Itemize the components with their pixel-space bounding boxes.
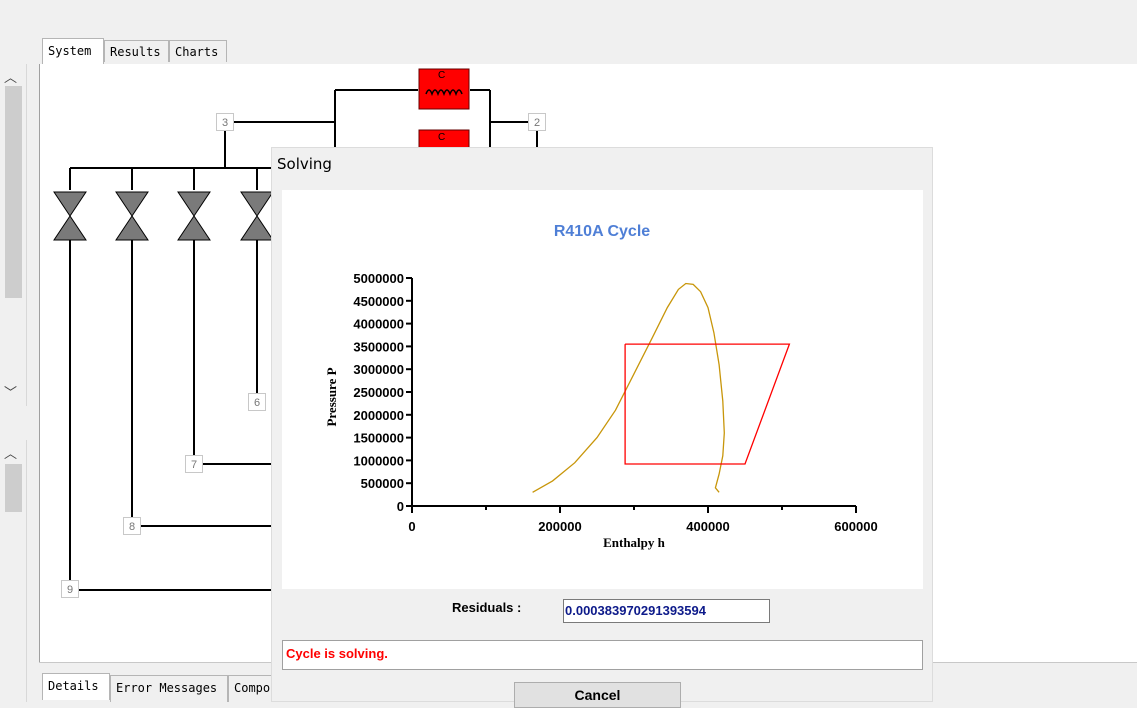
x-tick-label: 400000 bbox=[686, 519, 729, 534]
compressor-label: C bbox=[438, 132, 446, 143]
y-tick-label: 4000000 bbox=[353, 317, 404, 332]
r410a-cycle-chart: R410A Cycle05000001000000150000020000002… bbox=[324, 223, 878, 550]
tab-system[interactable]: System bbox=[42, 38, 104, 64]
bottom-tabbar: Details Error Messages Compo bbox=[39, 673, 279, 702]
node-7[interactable]: 7 bbox=[185, 455, 203, 473]
y-tick-label: 0 bbox=[397, 499, 404, 514]
residuals-label: Residuals : bbox=[452, 600, 522, 615]
scroll-up-icon[interactable]: ︿ bbox=[4, 443, 17, 462]
y-tick-label: 3500000 bbox=[353, 339, 404, 354]
node-8[interactable]: 8 bbox=[123, 517, 141, 535]
y-tick-label: 4500000 bbox=[353, 294, 404, 309]
main-tabbar: System Results Charts bbox=[39, 38, 1137, 65]
scroll-thumb[interactable] bbox=[5, 86, 22, 298]
node-2[interactable]: 2 bbox=[528, 113, 546, 131]
dialog-title: Solving bbox=[277, 155, 332, 173]
left-panel-scrollbar-top[interactable]: ︿ ﹀ bbox=[0, 64, 27, 406]
residuals-field[interactable]: 0.000383970291393594 bbox=[563, 599, 770, 623]
x-tick-label: 0 bbox=[408, 519, 415, 534]
scroll-down-icon[interactable]: ﹀ bbox=[4, 382, 17, 401]
tab-details[interactable]: Details bbox=[42, 673, 110, 700]
y-tick-label: 3000000 bbox=[353, 362, 404, 377]
x-tick-label: 200000 bbox=[538, 519, 581, 534]
node-3[interactable]: 3 bbox=[216, 113, 234, 131]
chart-area: R410A Cycle 0 500000 1000000 1500000 2000000 2… bbox=[282, 190, 923, 589]
y-axis-label: Pressure P bbox=[324, 367, 339, 426]
tab-results[interactable]: Results bbox=[104, 40, 169, 62]
saturation-dome-line bbox=[532, 282, 725, 493]
y-tick-label: 1500000 bbox=[353, 431, 404, 446]
status-message: Cycle is solving. bbox=[286, 646, 388, 661]
node-6[interactable]: 6 bbox=[248, 393, 266, 411]
compressor-label: C bbox=[438, 70, 446, 81]
y-tick-label: 2000000 bbox=[353, 408, 404, 423]
tab-error-messages[interactable]: Error Messages bbox=[110, 675, 228, 702]
node-9[interactable]: 9 bbox=[61, 580, 79, 598]
chart-title: R410A Cycle bbox=[554, 223, 650, 240]
y-tick-label: 2500000 bbox=[353, 385, 404, 400]
left-panel-scrollbar-bottom[interactable]: ︿ bbox=[0, 440, 27, 702]
cancel-button[interactable]: Cancel bbox=[514, 682, 681, 708]
top-toolbar-area bbox=[0, 0, 1137, 36]
y-tick-label: 500000 bbox=[361, 476, 404, 491]
residuals-value: 0.000383970291393594 bbox=[565, 603, 706, 618]
y-tick-label: 5000000 bbox=[353, 271, 404, 286]
scroll-thumb[interactable] bbox=[5, 464, 22, 512]
x-axis-label: Enthalpy h bbox=[603, 535, 666, 550]
y-tick-label: 1000000 bbox=[353, 453, 404, 468]
x-tick-label: 600000 bbox=[834, 519, 877, 534]
status-message-box: Cycle is solving. bbox=[282, 640, 923, 670]
cancel-button-label: Cancel bbox=[574, 687, 621, 703]
cycle-line bbox=[624, 343, 791, 465]
tab-charts[interactable]: Charts bbox=[169, 40, 227, 62]
solving-dialog: Solving R410A Cycle 0 500000 1000000 1500000… bbox=[271, 147, 933, 708]
scroll-up-icon[interactable]: ︿ bbox=[4, 67, 17, 86]
